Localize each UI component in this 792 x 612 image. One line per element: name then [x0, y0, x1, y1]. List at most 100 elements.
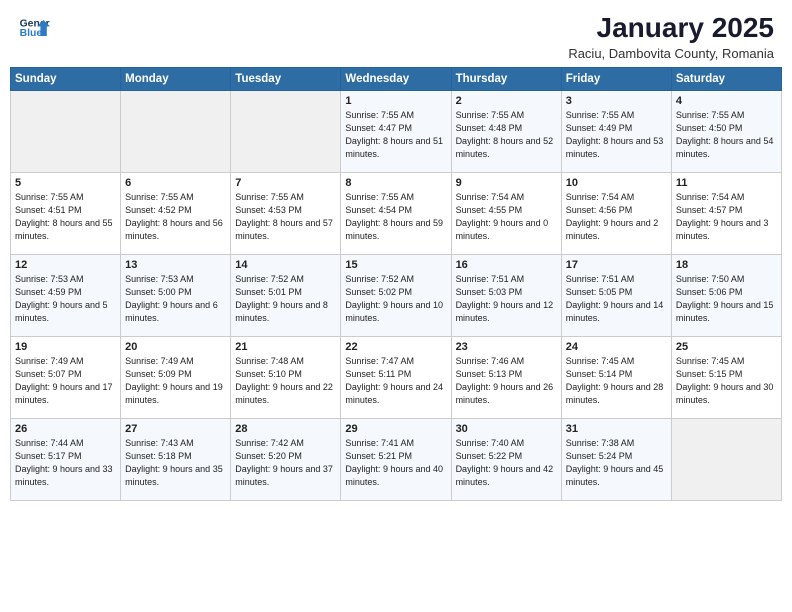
day-info: Sunrise: 7:55 AMSunset: 4:47 PMDaylight:… [345, 109, 446, 161]
day-info: Sunrise: 7:41 AMSunset: 5:21 PMDaylight:… [345, 437, 446, 489]
day-info: Sunrise: 7:55 AMSunset: 4:48 PMDaylight:… [456, 109, 557, 161]
day-number: 30 [456, 423, 557, 435]
table-row: 13 Sunrise: 7:53 AMSunset: 5:00 PMDayligh… [121, 255, 231, 337]
day-number: 25 [676, 341, 777, 353]
day-number: 22 [345, 341, 446, 353]
day-number: 9 [456, 177, 557, 189]
table-row: 25 Sunrise: 7:45 AMSunset: 5:15 PMDayligh… [671, 337, 781, 419]
day-info: Sunrise: 7:48 AMSunset: 5:10 PMDaylight:… [235, 355, 336, 407]
day-number: 26 [15, 423, 116, 435]
table-row: 2 Sunrise: 7:55 AMSunset: 4:48 PMDaylight… [451, 91, 561, 173]
day-info: Sunrise: 7:55 AMSunset: 4:50 PMDaylight:… [676, 109, 777, 161]
table-row [231, 91, 341, 173]
table-row: 4 Sunrise: 7:55 AMSunset: 4:50 PMDaylight… [671, 91, 781, 173]
table-row: 12 Sunrise: 7:53 AMSunset: 4:59 PMDayligh… [11, 255, 121, 337]
day-info: Sunrise: 7:52 AMSunset: 5:01 PMDaylight:… [235, 273, 336, 325]
page: General Blue January 2025 Raciu, Dambovi… [0, 0, 792, 612]
day-info: Sunrise: 7:42 AMSunset: 5:20 PMDaylight:… [235, 437, 336, 489]
table-row: 17 Sunrise: 7:51 AMSunset: 5:05 PMDayligh… [561, 255, 671, 337]
header: General Blue January 2025 Raciu, Dambovi… [0, 0, 792, 67]
day-number: 3 [566, 95, 667, 107]
day-number: 23 [456, 341, 557, 353]
day-info: Sunrise: 7:54 AMSunset: 4:56 PMDaylight:… [566, 191, 667, 243]
table-row: 22 Sunrise: 7:47 AMSunset: 5:11 PMDayligh… [341, 337, 451, 419]
day-number: 29 [345, 423, 446, 435]
day-info: Sunrise: 7:50 AMSunset: 5:06 PMDaylight:… [676, 273, 777, 325]
day-number: 14 [235, 259, 336, 271]
table-row: 27 Sunrise: 7:43 AMSunset: 5:18 PMDayligh… [121, 419, 231, 501]
table-row [671, 419, 781, 501]
day-info: Sunrise: 7:38 AMSunset: 5:24 PMDaylight:… [566, 437, 667, 489]
col-wednesday: Wednesday [341, 68, 451, 91]
day-info: Sunrise: 7:40 AMSunset: 5:22 PMDaylight:… [456, 437, 557, 489]
subtitle: Raciu, Dambovita County, Romania [568, 46, 774, 61]
day-number: 8 [345, 177, 446, 189]
day-number: 2 [456, 95, 557, 107]
table-row: 6 Sunrise: 7:55 AMSunset: 4:52 PMDaylight… [121, 173, 231, 255]
day-number: 16 [456, 259, 557, 271]
table-row: 29 Sunrise: 7:41 AMSunset: 5:21 PMDayligh… [341, 419, 451, 501]
day-number: 5 [15, 177, 116, 189]
day-info: Sunrise: 7:54 AMSunset: 4:55 PMDaylight:… [456, 191, 557, 243]
day-number: 20 [125, 341, 226, 353]
day-number: 18 [676, 259, 777, 271]
day-number: 7 [235, 177, 336, 189]
table-row: 3 Sunrise: 7:55 AMSunset: 4:49 PMDaylight… [561, 91, 671, 173]
calendar-table: Sunday Monday Tuesday Wednesday Thursday… [10, 67, 782, 501]
col-friday: Friday [561, 68, 671, 91]
table-row: 18 Sunrise: 7:50 AMSunset: 5:06 PMDayligh… [671, 255, 781, 337]
day-number: 19 [15, 341, 116, 353]
day-info: Sunrise: 7:55 AMSunset: 4:49 PMDaylight:… [566, 109, 667, 161]
table-row: 20 Sunrise: 7:49 AMSunset: 5:09 PMDayligh… [121, 337, 231, 419]
day-number: 21 [235, 341, 336, 353]
day-info: Sunrise: 7:55 AMSunset: 4:51 PMDaylight:… [15, 191, 116, 243]
day-info: Sunrise: 7:51 AMSunset: 5:05 PMDaylight:… [566, 273, 667, 325]
table-row: 9 Sunrise: 7:54 AMSunset: 4:55 PMDaylight… [451, 173, 561, 255]
table-row: 31 Sunrise: 7:38 AMSunset: 5:24 PMDayligh… [561, 419, 671, 501]
day-info: Sunrise: 7:46 AMSunset: 5:13 PMDaylight:… [456, 355, 557, 407]
day-number: 1 [345, 95, 446, 107]
table-row: 7Sunrise: 7:55 AMSunset: 4:53 PMDaylight… [231, 173, 341, 255]
day-info: Sunrise: 7:43 AMSunset: 5:18 PMDaylight:… [125, 437, 226, 489]
table-row: 19Sunrise: 7:49 AMSunset: 5:07 PMDayligh… [11, 337, 121, 419]
col-monday: Monday [121, 68, 231, 91]
month-title: January 2025 [568, 12, 774, 44]
day-number: 28 [235, 423, 336, 435]
table-row: 11 Sunrise: 7:54 AMSunset: 4:57 PMDayligh… [671, 173, 781, 255]
day-number: 12 [15, 259, 116, 271]
day-info: Sunrise: 7:55 AMSunset: 4:52 PMDaylight:… [125, 191, 226, 243]
day-number: 11 [676, 177, 777, 189]
table-row: 15Sunrise: 7:52 AMSunset: 5:02 PMDayligh… [341, 255, 451, 337]
table-row: 5 Sunrise: 7:55 AMSunset: 4:51 PMDaylight… [11, 173, 121, 255]
svg-text:Blue: Blue [20, 28, 43, 39]
day-info: Sunrise: 7:45 AMSunset: 5:15 PMDaylight:… [676, 355, 777, 407]
day-number: 4 [676, 95, 777, 107]
day-info: Sunrise: 7:45 AMSunset: 5:14 PMDaylight:… [566, 355, 667, 407]
table-row: 21 Sunrise: 7:48 AMSunset: 5:10 PMDayligh… [231, 337, 341, 419]
day-info: Sunrise: 7:47 AMSunset: 5:11 PMDaylight:… [345, 355, 446, 407]
table-row [11, 91, 121, 173]
col-thursday: Thursday [451, 68, 561, 91]
col-tuesday: Tuesday [231, 68, 341, 91]
table-row: 8Sunrise: 7:55 AMSunset: 4:54 PMDaylight… [341, 173, 451, 255]
day-info: Sunrise: 7:44 AMSunset: 5:17 PMDaylight:… [15, 437, 116, 489]
day-info: Sunrise: 7:51 AMSunset: 5:03 PMDaylight:… [456, 273, 557, 325]
col-saturday: Saturday [671, 68, 781, 91]
day-info: Sunrise: 7:52 AMSunset: 5:02 PMDaylight:… [345, 273, 446, 325]
table-row: 14 Sunrise: 7:52 AMSunset: 5:01 PMDayligh… [231, 255, 341, 337]
day-number: 31 [566, 423, 667, 435]
day-info: Sunrise: 7:53 AMSunset: 5:00 PMDaylight:… [125, 273, 226, 325]
day-info: Sunrise: 7:54 AMSunset: 4:57 PMDaylight:… [676, 191, 777, 243]
day-number: 13 [125, 259, 226, 271]
calendar: Sunday Monday Tuesday Wednesday Thursday… [0, 67, 792, 612]
day-number: 24 [566, 341, 667, 353]
title-block: January 2025 Raciu, Dambovita County, Ro… [568, 12, 774, 61]
day-info: Sunrise: 7:53 AMSunset: 4:59 PMDaylight:… [15, 273, 116, 325]
day-number: 17 [566, 259, 667, 271]
table-row: 26 Sunrise: 7:44 AMSunset: 5:17 PMDayligh… [11, 419, 121, 501]
table-row: 1 Sunrise: 7:55 AMSunset: 4:47 PMDaylight… [341, 91, 451, 173]
day-number: 6 [125, 177, 226, 189]
day-number: 27 [125, 423, 226, 435]
day-info: Sunrise: 7:49 AMSunset: 5:09 PMDaylight:… [125, 355, 226, 407]
logo-icon: General Blue [18, 12, 50, 44]
